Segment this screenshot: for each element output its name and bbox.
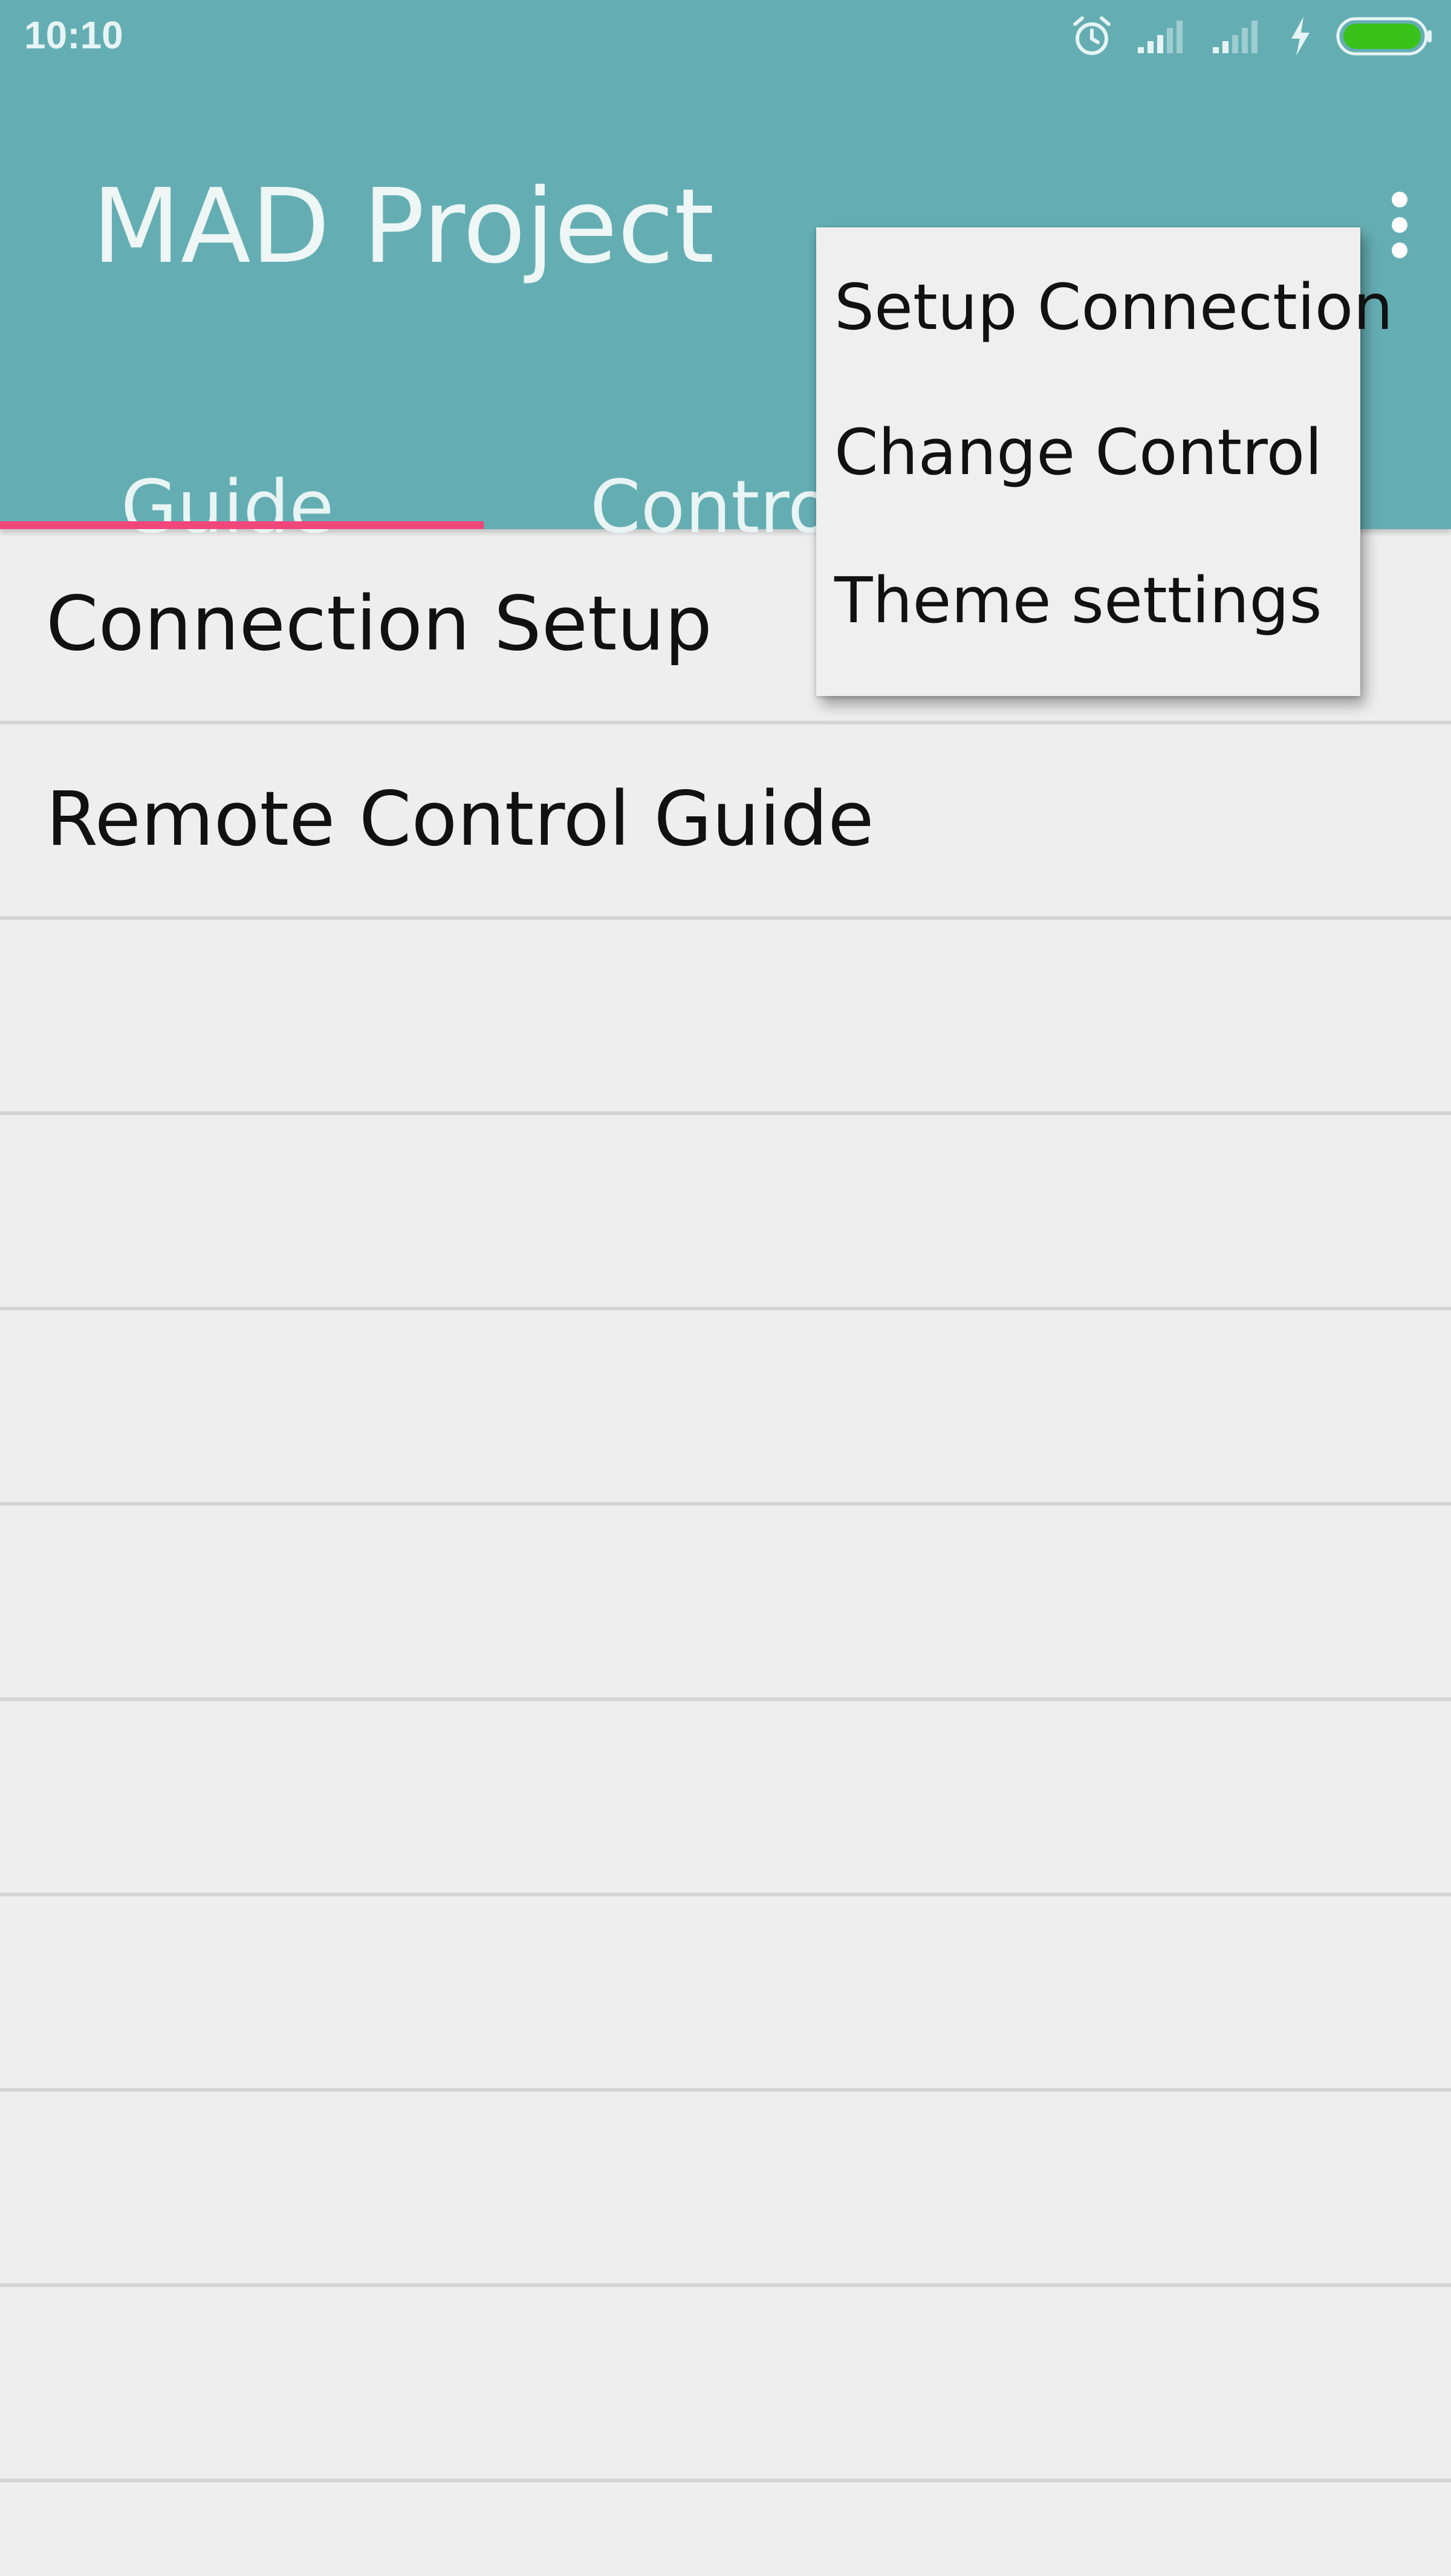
menu-item-theme-settings[interactable]: Theme settings: [816, 521, 1360, 666]
signal-icon: [1138, 18, 1189, 57]
overflow-menu: Setup Connection Change Control Theme se…: [816, 227, 1393, 696]
charging-icon: [1288, 16, 1312, 59]
list-item-label: Connection Setup: [46, 581, 712, 668]
empty-row: [0, 1896, 1451, 2092]
app-screen: 10:10 MAD Project Guide Control Connecti…: [0, 0, 1451, 2576]
signal-icon: [1213, 18, 1264, 57]
menu-item-label: Setup Connection: [834, 270, 1394, 344]
guide-list: Connection Setup Remote Control Guide: [0, 529, 1451, 2576]
status-time: 10:10: [24, 13, 123, 57]
overflow-menu-icon[interactable]: [1366, 181, 1433, 278]
empty-row: [0, 920, 1451, 1115]
empty-row: [0, 2482, 1451, 2576]
list-item[interactable]: Remote Control Guide: [0, 724, 1451, 920]
battery-icon: [1336, 17, 1433, 58]
status-icons: [1046, 13, 1433, 62]
empty-row: [0, 2092, 1451, 2287]
app-title: MAD Project: [92, 167, 715, 287]
menu-item-label: Change Control: [834, 415, 1323, 489]
list-item-label: Remote Control Guide: [46, 776, 874, 863]
empty-row: [0, 2287, 1451, 2482]
empty-row: [0, 1115, 1451, 1310]
empty-row: [0, 1701, 1451, 1896]
status-bar: 10:10: [0, 0, 1451, 79]
empty-row: [0, 1506, 1451, 1701]
tab-guide[interactable]: Guide: [0, 393, 484, 544]
empty-row: [0, 1310, 1451, 1506]
menu-item-setup-connection[interactable]: Setup Connection: [816, 227, 1393, 372]
alarm-icon: [1070, 15, 1114, 60]
menu-item-change-control[interactable]: Change Control: [816, 372, 1360, 518]
menu-item-label: Theme settings: [834, 564, 1322, 637]
tab-indicator: [0, 521, 484, 529]
